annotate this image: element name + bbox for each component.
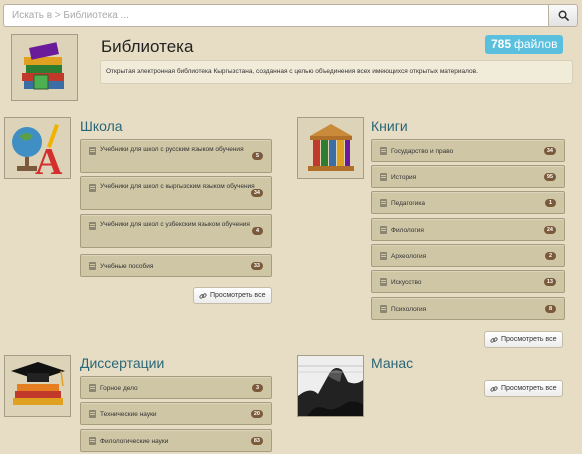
link-icon (490, 336, 498, 343)
document-icon (89, 437, 96, 445)
library-books-image (11, 34, 78, 101)
document-icon (89, 410, 96, 418)
section-title-books[interactable]: Книги (371, 118, 408, 134)
search-input[interactable] (3, 4, 548, 27)
item-count: 24 (543, 226, 556, 234)
section-title-dissertations[interactable]: Диссертации (80, 355, 164, 371)
files-count-badge: 785 файлов (485, 35, 564, 54)
link-icon (199, 292, 207, 299)
list-item[interactable]: Учебные пособия 33 (80, 254, 272, 277)
item-label: Археология (391, 253, 427, 260)
document-icon (89, 147, 96, 155)
search-button[interactable] (548, 4, 578, 27)
files-label: файлов (514, 37, 558, 51)
document-icon (380, 252, 387, 260)
list-item[interactable]: Технические науки 20 (80, 402, 272, 425)
search-icon (558, 10, 569, 21)
view-all-button-books[interactable]: Просмотреть все (484, 331, 564, 348)
document-icon (89, 184, 96, 192)
item-count: 8 (545, 305, 556, 313)
item-label: Горное дело (100, 385, 138, 392)
item-count: 83 (250, 437, 263, 445)
list-item[interactable]: История 95 (371, 165, 565, 188)
item-count: 4 (252, 227, 263, 235)
list-item[interactable]: Филология 24 (371, 218, 565, 241)
view-all-label: Просмотреть все (501, 385, 557, 392)
link-icon (490, 385, 498, 392)
manas-image (297, 355, 364, 417)
document-icon (89, 384, 96, 392)
list-item[interactable]: Учебники для школ с русским языком обуче… (80, 139, 272, 173)
item-label: Искусство (391, 279, 422, 286)
document-icon (380, 173, 387, 181)
item-label: История (391, 174, 417, 181)
view-all-label: Просмотреть все (210, 292, 266, 299)
list-item[interactable]: Психология 8 (371, 297, 565, 320)
item-count: 1 (545, 199, 556, 207)
item-label: Учебники для школ с узбекским языком обу… (100, 221, 250, 228)
item-label: Государство и право (391, 148, 454, 155)
view-all-button-manas[interactable]: Просмотреть все (484, 380, 564, 397)
document-icon (89, 222, 96, 230)
page-title: Библиотека (101, 37, 194, 56)
item-label: Филология (391, 227, 424, 234)
school-image: A (4, 117, 71, 179)
search-bar (3, 4, 578, 27)
library-description: Открытая электронная библиотека Кыргызст… (100, 60, 573, 84)
item-label: Учебные пособия (100, 263, 154, 270)
item-label: Учебники для школ с кыргызским языком об… (100, 183, 255, 190)
item-label: Технические науки (100, 411, 157, 418)
list-item[interactable]: Государство и право 34 (371, 139, 565, 162)
document-icon (380, 147, 387, 155)
document-icon (380, 278, 387, 286)
section-title-manas[interactable]: Манас (371, 355, 413, 371)
list-item[interactable]: Филологические науки 83 (80, 429, 272, 452)
list-item[interactable]: Горное дело 3 (80, 376, 272, 399)
section-title-school[interactable]: Школа (80, 118, 123, 134)
item-count: 20 (250, 410, 263, 418)
item-count: 34 (543, 147, 556, 155)
document-icon (380, 226, 387, 234)
item-label: Учебники для школ с русским языком обуче… (100, 146, 244, 153)
document-icon (380, 305, 387, 313)
item-count: 13 (543, 278, 556, 286)
item-label: Психология (391, 306, 427, 313)
item-count: 3 (252, 384, 263, 392)
document-icon (89, 262, 96, 270)
files-count: 785 (491, 37, 512, 51)
list-item[interactable]: Педагогика 1 (371, 191, 565, 214)
list-item[interactable]: Археология 2 (371, 244, 565, 267)
books-image (297, 117, 364, 179)
item-count: 5 (252, 152, 263, 160)
list-item[interactable]: Искусство 13 (371, 270, 565, 293)
dissertations-image (4, 355, 71, 417)
item-count: 95 (543, 173, 556, 181)
view-all-button-school[interactable]: Просмотреть все (193, 287, 273, 304)
item-count: 33 (250, 262, 263, 270)
list-item[interactable]: Учебники для школ с кыргызским языком об… (80, 176, 272, 210)
item-label: Педагогика (391, 200, 425, 207)
item-count: 2 (545, 252, 556, 260)
view-all-label: Просмотреть все (501, 336, 557, 343)
document-icon (380, 199, 387, 207)
list-item[interactable]: Учебники для школ с узбекским языком обу… (80, 214, 272, 248)
item-label: Филологические науки (100, 438, 169, 445)
item-count: 34 (250, 189, 263, 197)
